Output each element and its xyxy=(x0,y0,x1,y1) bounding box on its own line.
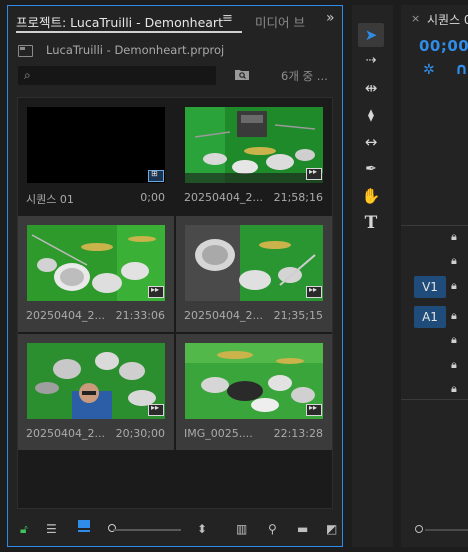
clip-duration: 22:13:28 xyxy=(273,427,323,440)
pen-tool-icon[interactable]: ✒ xyxy=(358,157,384,181)
slip-tool-icon[interactable]: ↔ xyxy=(358,130,384,154)
track-select-tool-icon[interactable]: ⇢ xyxy=(358,49,384,73)
new-search-bin-icon[interactable] xyxy=(235,68,249,80)
panel-menu-icon[interactable]: ≡ xyxy=(222,11,233,26)
hand-tool-icon[interactable]: ✋ xyxy=(358,184,384,208)
timeline-panel: × 시퀀스 01 00;00;00;00 ✲ ∩ 🔒︎ 🔒︎ V1 🔒︎ A1 … xyxy=(401,5,468,547)
track-divider xyxy=(401,399,468,400)
lock-icon[interactable]: 🔒︎ xyxy=(451,358,457,372)
clip-item-video[interactable]: ▸▸ 20250404_2... 21;35;15 xyxy=(176,216,332,332)
video-clip-badge-icon: ▸▸ xyxy=(306,167,322,180)
audio-track-a1: A1 🔒︎ xyxy=(401,306,468,328)
lock-icon[interactable]: 🔒︎ xyxy=(451,382,457,396)
lock-icon[interactable]: 🔒︎ xyxy=(451,230,457,244)
clip-duration: 21;58;16 xyxy=(273,191,323,204)
lock-icon[interactable]: 🔒︎ xyxy=(451,309,457,323)
video-clip-badge-icon: ▸▸ xyxy=(306,285,322,298)
lock-icon[interactable]: 🔒︎ xyxy=(451,254,457,268)
project-file-name: LucaTruilli - Demonheart.prproj xyxy=(46,43,225,57)
clip-name: IMG_0025.... xyxy=(184,427,253,440)
clip-duration: 20;30;00 xyxy=(115,427,165,440)
clip-name: 시퀀스 01 xyxy=(26,193,74,206)
clip-name: 20250404_2... xyxy=(26,309,105,322)
clip-duration: 21;35;15 xyxy=(273,309,323,322)
tab-sequence[interactable]: 시퀀스 01 xyxy=(427,11,468,28)
video-track-v1: V1 🔒︎ xyxy=(401,276,468,298)
selection-tool-icon[interactable]: ➤ xyxy=(358,23,384,47)
clip-thumbnail xyxy=(27,225,165,301)
lock-icon[interactable]: 🔒︎ xyxy=(451,279,457,293)
new-bin-icon[interactable]: ▬ xyxy=(297,522,308,536)
clip-thumbnail xyxy=(27,107,165,183)
timeline-zoom-track[interactable] xyxy=(425,529,468,531)
audio-track-mix: 🔒︎ xyxy=(401,379,468,401)
project-panel: 프로젝트: LucaTruilli - Demonheart ≡ 미디어 브 »… xyxy=(7,5,343,547)
source-patch-v1[interactable]: V1 xyxy=(414,276,446,298)
active-tab-underline xyxy=(16,31,242,33)
clip-name: 20250404_2... xyxy=(184,191,263,204)
video-clip-badge-icon: ▸▸ xyxy=(306,403,322,416)
clip-name: 20250404_2... xyxy=(184,309,263,322)
clip-name: 20250404_2... xyxy=(26,427,105,440)
nest-sequence-icon[interactable]: ✲ xyxy=(423,62,435,78)
video-track-v3: 🔒︎ xyxy=(401,227,468,249)
project-panel-tabs: 프로젝트: LucaTruilli - Demonheart ≡ 미디어 브 » xyxy=(8,6,342,36)
bin-thumbnail-grid: ⊞ 시퀀스 01 0;00 ▸▸ 20250404_2... 21;58;16 … xyxy=(17,97,333,509)
tab-project[interactable]: 프로젝트: LucaTruilli - Demonheart xyxy=(16,12,223,31)
razor-tool-icon[interactable]: ⧫ xyxy=(358,103,384,127)
sequence-badge-icon: ⊞ xyxy=(148,169,164,182)
tools-panel: ➤ ⇢ ⇹ ⧫ ↔ ✒ ✋ T xyxy=(352,5,393,547)
audio-track-a2: 🔒︎ xyxy=(401,330,468,352)
audio-track-a3: 🔒︎ xyxy=(401,355,468,377)
ripple-edit-tool-icon[interactable]: ⇹ xyxy=(358,76,384,100)
lock-icon[interactable]: 🔓︎ xyxy=(20,522,28,537)
playhead-timecode[interactable]: 00;00;00;00 xyxy=(419,37,468,55)
new-item-icon[interactable]: ◩ xyxy=(326,522,337,536)
project-file-icon xyxy=(18,45,33,57)
lock-icon[interactable]: 🔒︎ xyxy=(451,333,457,347)
tab-media-browser[interactable]: 미디어 브 xyxy=(255,12,311,31)
project-panel-footer: 🔓︎ ☰ ⬍ ▥ ⚲ ▬ ◩ xyxy=(8,512,342,546)
automate-to-sequence-icon[interactable]: ▥ xyxy=(236,522,247,536)
clip-thumbnail xyxy=(27,343,165,419)
clip-thumbnail xyxy=(185,343,323,419)
video-track-v2: 🔒︎ xyxy=(401,251,468,273)
snap-magnet-icon[interactable]: ∩ xyxy=(455,59,468,78)
clip-item-video[interactable]: ▸▸ 20250404_2... 20;30;00 xyxy=(18,334,174,450)
clip-thumbnail xyxy=(185,107,323,183)
item-count: 6개 중 ... xyxy=(281,69,328,83)
find-icon[interactable]: ⚲ xyxy=(268,522,277,536)
clip-item-video[interactable]: ▸▸ 20250404_2... 21;58;16 xyxy=(176,98,332,214)
zoom-slider-track[interactable] xyxy=(113,529,181,531)
source-patch-a1[interactable]: A1 xyxy=(414,306,446,328)
project-file-row: LucaTruilli - Demonheart.prproj xyxy=(16,42,326,60)
clip-duration: 0;00 xyxy=(140,191,165,204)
track-divider xyxy=(401,225,468,226)
clip-item-sequence[interactable]: ⊞ 시퀀스 01 0;00 xyxy=(18,98,174,214)
icon-view-icon[interactable] xyxy=(78,520,90,535)
tab-overflow-icon[interactable]: » xyxy=(326,10,335,26)
timeline-zoom-knob[interactable] xyxy=(415,525,423,533)
clip-duration: 21:33:06 xyxy=(115,309,165,322)
video-clip-badge-icon: ▸▸ xyxy=(148,403,164,416)
search-input[interactable]: ⌕ xyxy=(18,66,216,85)
search-icon: ⌕ xyxy=(24,68,31,82)
close-tab-icon[interactable]: × xyxy=(411,12,420,25)
clip-item-video[interactable]: ▸▸ IMG_0025.... 22:13:28 xyxy=(176,334,332,450)
clip-item-video[interactable]: ▸▸ 20250404_2... 21:33:06 xyxy=(18,216,174,332)
video-clip-badge-icon: ▸▸ xyxy=(148,285,164,298)
list-view-icon[interactable]: ☰ xyxy=(46,522,57,536)
type-tool-icon[interactable]: T xyxy=(358,211,384,235)
sort-icons-icon[interactable]: ⬍ xyxy=(197,522,207,536)
clip-thumbnail xyxy=(185,225,323,301)
